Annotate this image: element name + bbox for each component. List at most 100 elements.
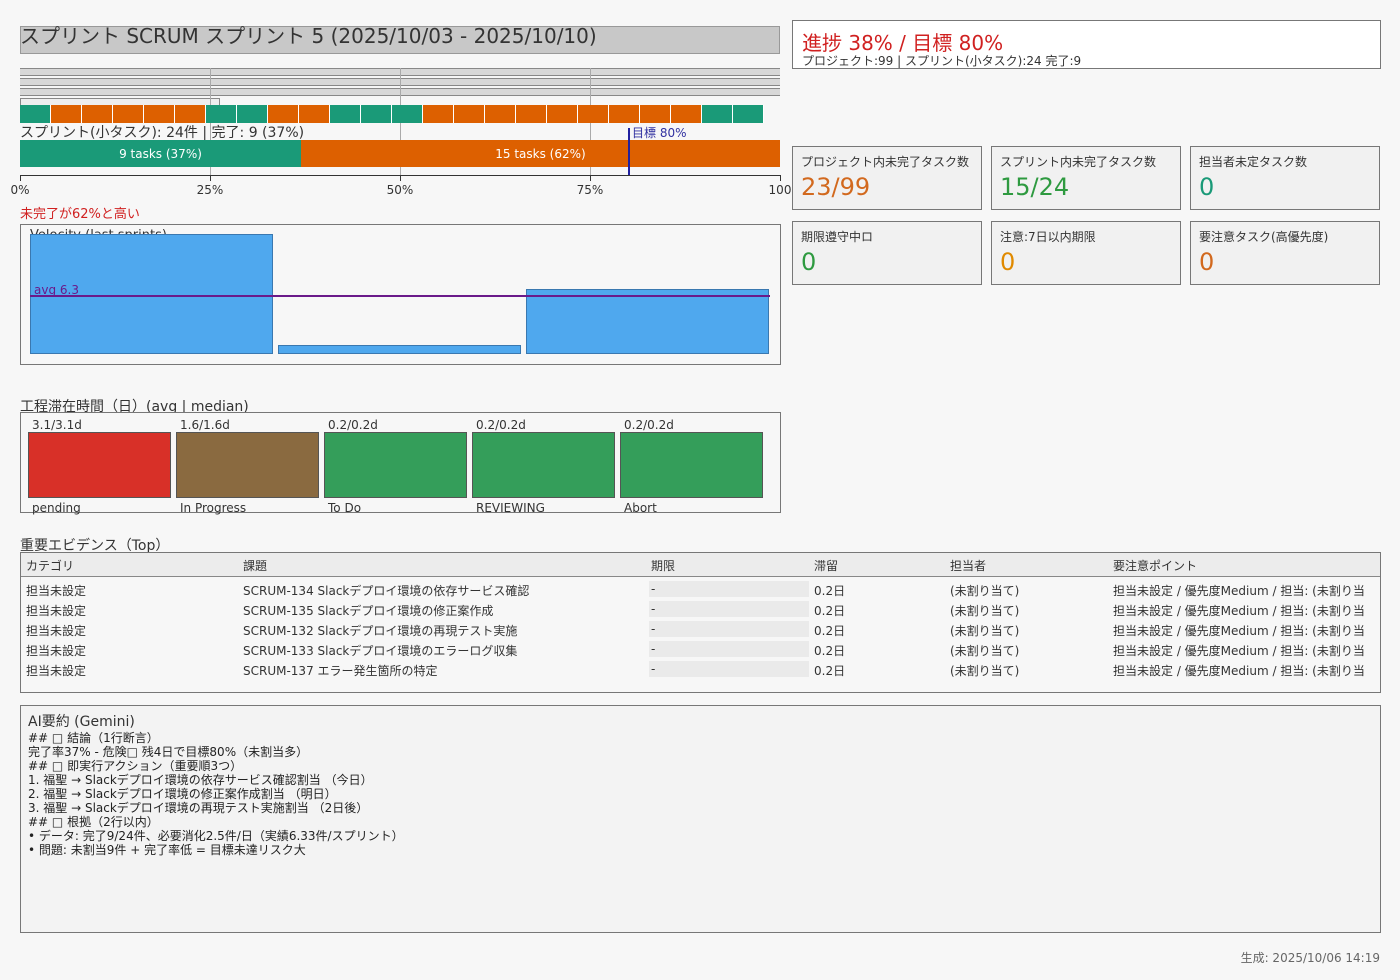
table-cell: 担当未設定 / 優先度Medium / 担当: (未割り当 xyxy=(1113,624,1365,638)
table-cell: 担当未設定 xyxy=(26,584,87,598)
table-header-cell: 滞留 xyxy=(814,559,839,573)
table-cell: 担当未設定 / 優先度Medium / 担当: (未割り当 xyxy=(1113,664,1365,678)
kpi-card: スプリント内未完了タスク数 15/24 xyxy=(991,146,1181,210)
summary-line: ## □ 根拠（2行以内） xyxy=(28,815,159,829)
table-cell: SCRUM-134 Slackデプロイ環境の依存サービス確認 xyxy=(243,584,530,598)
axis-tick xyxy=(20,175,21,181)
axis-tick xyxy=(590,175,591,181)
kpi-value: 15/24 xyxy=(1000,173,1070,201)
task-square xyxy=(20,105,51,123)
task-square xyxy=(237,105,268,123)
task-square xyxy=(175,105,206,123)
table-cell: (未割り当て) xyxy=(950,644,1020,658)
summary-line: 3. 福聖 → Slackデプロイ環境の再現テスト実施割当 （2日後） xyxy=(28,801,369,815)
kpi-card: 担当者未定タスク数 0 xyxy=(1190,146,1380,210)
task-square xyxy=(609,105,640,123)
axis-tick-label: 75% xyxy=(576,183,604,197)
task-square xyxy=(547,105,578,123)
stage-name: In Progress xyxy=(180,501,247,515)
stage-name: pending xyxy=(32,501,81,515)
stage-value: 1.6/1.6d xyxy=(180,418,230,432)
evidence-table-header: カテゴリ 課題 期限 滞留 担当者 要注意ポイント xyxy=(21,553,1380,577)
table-header-cell: 期限 xyxy=(651,559,676,573)
table-cell: - xyxy=(651,662,656,676)
table-header-cell: 課題 xyxy=(243,559,268,573)
done-bar-label: 9 tasks (37%) xyxy=(119,146,202,161)
kpi-label: 担当者未定タスク数 xyxy=(1199,155,1308,169)
task-square xyxy=(361,105,392,123)
stage-name: REVIEWING xyxy=(476,501,545,515)
stage-name: Abort xyxy=(624,501,657,515)
todo-bar: 15 tasks (62%) xyxy=(301,140,780,167)
task-square xyxy=(113,105,144,123)
stage-bar xyxy=(620,432,763,498)
table-cell: - xyxy=(651,582,656,596)
table-header-cell: 担当者 xyxy=(950,559,987,573)
deadline-cell-bg xyxy=(649,581,809,597)
table-cell: (未割り当て) xyxy=(950,584,1020,598)
warning-text: 未完了が62%と高い xyxy=(20,207,140,222)
table-cell: 担当未設定 xyxy=(26,664,87,678)
axis-tick-label: 25% xyxy=(196,183,224,197)
ai-summary-text: ## □ 結論（1行断言） 完了率37% - 危険□ 残4日で目標80%（未割当多… xyxy=(28,731,404,857)
stage-value: 3.1/3.1d xyxy=(32,418,82,432)
kpi-label: スプリント内未完了タスク数 xyxy=(1000,155,1157,169)
summary-line: 1. 福聖 → Slackデプロイ環境の依存サービス確認割当 （今日） xyxy=(28,773,373,787)
axis-tick xyxy=(780,175,781,181)
stage-name: To Do xyxy=(328,501,362,515)
table-cell: - xyxy=(651,622,656,636)
task-square xyxy=(671,105,702,123)
deadline-cell-bg xyxy=(649,601,809,617)
table-cell: SCRUM-132 Slackデプロイ環境の再現テスト実施 xyxy=(243,624,518,638)
stage-bar xyxy=(176,432,319,498)
task-square xyxy=(392,105,423,123)
task-square xyxy=(423,105,454,123)
table-cell: 0.2日 xyxy=(814,664,846,678)
summary-line: • データ: 完了9/24件、必要消化2.5件/日（実績6.33件/スプリント） xyxy=(28,829,404,843)
task-square xyxy=(485,105,516,123)
deadline-cell-bg xyxy=(649,661,809,677)
table-cell: 担当未設定 xyxy=(26,644,87,658)
stage-bar xyxy=(472,432,615,498)
task-square xyxy=(516,105,547,123)
task-square xyxy=(268,105,299,123)
task-square xyxy=(578,105,609,123)
table-cell: 0.2日 xyxy=(814,604,846,618)
axis-tick xyxy=(210,175,211,181)
task-square xyxy=(454,105,485,123)
kpi-card: プロジェクト内未完了タスク数 23/99 xyxy=(792,146,982,210)
deadline-cell-bg xyxy=(649,621,809,637)
summary-line: 完了率37% - 危険□ 残4日で目標80%（未割当多） xyxy=(28,745,309,759)
task-square xyxy=(330,105,361,123)
page-title: スプリント SCRUM スプリント 5 (2025/10/03 - 2025/1… xyxy=(20,24,597,48)
kpi-label: 注意:7日以内期限 xyxy=(1000,230,1096,244)
task-square xyxy=(299,105,330,123)
deadline-cell-bg xyxy=(649,641,809,657)
table-cell: - xyxy=(651,602,656,616)
ai-summary-title: AI要約 (Gemini) xyxy=(28,714,135,730)
todo-bar-label: 15 tasks (62%) xyxy=(495,146,586,161)
progress-counts: プロジェクト:99 | スプリント(小タスク):24 完了:9 xyxy=(802,54,1082,68)
stage-value: 0.2/0.2d xyxy=(624,418,674,432)
kpi-card: 要注意タスク(高優先度) 0 xyxy=(1190,221,1380,285)
summary-line: ## □ 即実行アクション（重要順3つ） xyxy=(28,759,243,773)
table-cell: 0.2日 xyxy=(814,584,846,598)
axis-tick-label: 50% xyxy=(386,183,414,197)
table-header-cell: カテゴリ xyxy=(26,559,75,573)
task-square xyxy=(640,105,671,123)
axis-tick-label: 100 xyxy=(768,183,792,197)
task-square xyxy=(144,105,175,123)
table-cell: 担当未設定 xyxy=(26,624,87,638)
kpi-value: 0 xyxy=(1199,173,1215,201)
velocity-bar xyxy=(278,345,521,354)
kpi-card: 注意:7日以内期限 0 xyxy=(991,221,1181,285)
generated-timestamp: 生成: 2025/10/06 14:19 xyxy=(1240,951,1380,965)
kpi-card: 期限遵守中ロ 0 xyxy=(792,221,982,285)
evidence-table: カテゴリ 課題 期限 滞留 担当者 要注意ポイント 担当未設定 SCRUM-134 Slac… xyxy=(20,552,1381,693)
table-cell: 担当未設定 xyxy=(26,604,87,618)
table-cell: SCRUM-135 Slackデプロイ環境の修正案作成 xyxy=(243,604,494,618)
kpi-value: 0 xyxy=(801,248,817,276)
table-cell: 担当未設定 / 優先度Medium / 担当: (未割り当 xyxy=(1113,584,1365,598)
kpi-label: 要注意タスク(高優先度) xyxy=(1199,230,1329,244)
stage-bar xyxy=(28,432,171,498)
